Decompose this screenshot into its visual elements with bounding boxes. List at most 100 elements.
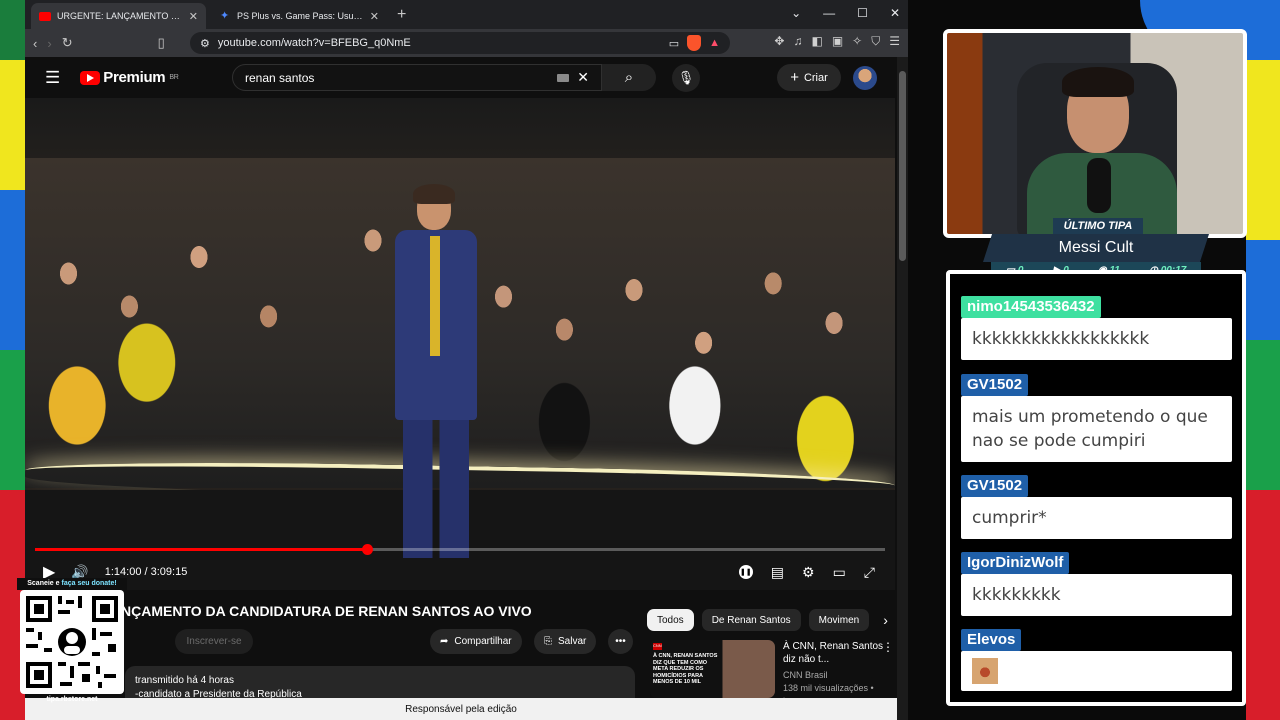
chat-text: mais um prometendo o que nao se pode cum… xyxy=(961,396,1232,462)
chat-text xyxy=(961,651,1232,691)
theater-mode-icon[interactable]: ▭ xyxy=(833,564,846,581)
page-scrollbar[interactable] xyxy=(897,57,908,720)
chip-related[interactable]: Movimen xyxy=(808,609,870,631)
subscribe-button[interactable]: Inscrever-se xyxy=(175,629,253,654)
minimize-button[interactable]: — xyxy=(823,6,835,20)
search-icon: ⌕ xyxy=(624,69,634,86)
avatar[interactable] xyxy=(853,66,877,90)
back-icon[interactable]: ‹ xyxy=(33,36,37,51)
extensions-bar: ✥ ♫ ◧ ▣ ✧ ⛉ ☰ xyxy=(774,34,900,49)
vpn-icon[interactable]: ⛉ xyxy=(871,34,880,49)
youtube-header: ☰ Premium BR renan santos ✕ ⌕ 🎙 + Criar xyxy=(25,57,897,98)
tab-youtube[interactable]: URGENTE: LANÇAMENTO DA CANDIDATURA ✕ xyxy=(31,3,206,29)
video-thumbnail[interactable]: CNN À CNN, RENAN SANTOS DIZ QUE TEM COMO… xyxy=(650,640,775,698)
search-input[interactable]: renan santos ✕ xyxy=(232,64,602,91)
cnn-badge: CNN xyxy=(653,643,662,650)
create-button[interactable]: + Criar xyxy=(777,64,841,91)
share-label: Compartilhar xyxy=(454,636,512,647)
more-vert-icon[interactable]: ⋮ xyxy=(882,640,894,654)
url-text: youtube.com/watch?v=BFEBG_q0NmE xyxy=(217,37,411,49)
channel-name[interactable]: CNN Brasil xyxy=(783,669,888,682)
reload-icon[interactable]: ↻ xyxy=(62,35,73,51)
video-progress-bar[interactable] xyxy=(35,544,885,555)
create-label: Criar xyxy=(803,71,828,84)
save-label: Salvar xyxy=(558,636,587,647)
more-actions-button[interactable]: ••• xyxy=(608,629,633,654)
chat-username: nimo14543536432 xyxy=(961,296,1101,318)
chevron-right-icon[interactable]: › xyxy=(883,612,888,628)
more-icon: ••• xyxy=(615,636,626,647)
streamer-webcam xyxy=(943,29,1247,238)
editor-credit: Responsável pela edição xyxy=(25,698,897,720)
clear-search-icon[interactable]: ✕ xyxy=(577,69,589,86)
bookmark-icon[interactable]: ▯ xyxy=(158,35,165,51)
qr-label-part: Scaneie e xyxy=(27,580,60,587)
scrollbar-thumb[interactable] xyxy=(899,71,906,261)
video-controls: ▶ 🔊 1:14:00 / 3:09:15 ❚❚ ▤ ⚙ ▭ ⤢ xyxy=(25,558,895,586)
autoplay-toggle-icon[interactable]: ❚❚ xyxy=(738,565,753,579)
chip-all[interactable]: Todos xyxy=(647,609,694,631)
microphone-icon: 🎙 xyxy=(677,70,695,85)
chat-message: GV1502 cumprir* xyxy=(961,475,1232,539)
search-value: renan santos xyxy=(245,70,315,85)
thumbnail-text: À CNN, RENAN SANTOS DIZ QUE TEM COMO MET… xyxy=(653,653,718,685)
browser-window: URGENTE: LANÇAMENTO DA CANDIDATURA ✕ ✦ P… xyxy=(25,0,908,720)
chat-text: kkkkkkkkk xyxy=(961,574,1232,616)
search-button[interactable]: ⌕ xyxy=(602,64,656,91)
last-tip-name: Messi Cult xyxy=(983,234,1209,262)
chat-text: cumprir* xyxy=(961,497,1232,539)
share-button[interactable]: ➦ Compartilhar xyxy=(430,629,522,654)
maximize-button[interactable]: ☐ xyxy=(857,6,868,20)
address-bar[interactable]: ⚙ youtube.com/watch?v=BFEBG_q0NmE ▭ ▲ xyxy=(190,32,730,54)
tab-search-icon[interactable]: ⌄ xyxy=(791,6,801,20)
speaker-legs xyxy=(403,418,469,558)
hamburger-menu-icon[interactable]: ☰ xyxy=(45,68,60,88)
browser-menu-icon[interactable]: ☰ xyxy=(889,34,900,49)
close-tab-icon[interactable]: ✕ xyxy=(370,10,379,23)
leo-icon[interactable]: ✧ xyxy=(852,34,862,49)
close-tab-icon[interactable]: ✕ xyxy=(189,10,198,23)
wallet-icon[interactable]: ▣ xyxy=(832,34,843,49)
description-line: transmitido há 4 horas xyxy=(135,675,234,686)
sidebar-icon[interactable]: ◧ xyxy=(811,34,822,49)
browser-toolbar: ‹ › ↻ ▯ ⚙ youtube.com/watch?v=BFEBG_q0Nm… xyxy=(25,29,908,57)
chat-message: IgorDinizWolf kkkkkkkkk xyxy=(961,552,1232,616)
chat-panel: nimo14543536432 kkkkkkkkkkkkkkkkkk GV150… xyxy=(946,270,1246,706)
share-icon: ➦ xyxy=(440,636,449,647)
chat-username: Elevos xyxy=(961,629,1022,651)
keyboard-icon[interactable] xyxy=(557,73,570,82)
voice-search-button[interactable]: 🎙 xyxy=(672,64,700,92)
chat-username: GV1502 xyxy=(961,374,1029,396)
recommended-title[interactable]: À CNN, Renan Santos diz não t... xyxy=(783,640,888,666)
settings-gear-icon[interactable]: ⚙ xyxy=(802,564,815,581)
chip-from-channel[interactable]: De Renan Santos xyxy=(701,609,801,631)
chat-message: Elevos xyxy=(961,629,1232,691)
youtube-favicon-icon xyxy=(39,11,51,21)
new-tab-button[interactable]: + xyxy=(397,6,406,24)
forward-icon[interactable]: › xyxy=(47,36,51,51)
youtube-premium-logo[interactable]: Premium BR xyxy=(80,69,179,86)
recommended-video[interactable]: CNN À CNN, RENAN SANTOS DIZ QUE TEM COMO… xyxy=(650,640,894,706)
media-icon[interactable]: ♫ xyxy=(793,34,802,49)
chat-username: GV1502 xyxy=(961,475,1029,497)
brave-rewards-icon[interactable]: ▲ xyxy=(709,37,720,49)
brave-shields-icon[interactable] xyxy=(687,35,702,51)
speaker-hair xyxy=(413,184,455,204)
chat-message: nimo14543536432 kkkkkkkkkkkkkkkkkk xyxy=(961,296,1232,360)
plus-icon: + xyxy=(790,69,799,86)
extensions-icon[interactable]: ✥ xyxy=(774,34,784,49)
cast-icon[interactable]: ▭ xyxy=(669,37,679,50)
fullscreen-icon[interactable]: ⤢ xyxy=(864,564,875,581)
logo-text: Premium xyxy=(103,69,166,86)
streamer-hair xyxy=(1062,67,1134,97)
video-title: NÇAMENTO DA CANDIDATURA DE RENAN SANTOS … xyxy=(121,603,532,619)
close-window-button[interactable]: ✕ xyxy=(890,6,900,20)
recommendation-chips: Todos De Renan Santos Movimen › xyxy=(647,609,888,631)
tab-gemini[interactable]: ✦ PS Plus vs. Game Pass: Usuários Ativos… xyxy=(212,3,387,29)
save-button[interactable]: ⎘ Salvar xyxy=(534,629,597,654)
qr-label-part: faça seu donate! xyxy=(61,580,117,587)
site-info-icon[interactable]: ⚙ xyxy=(200,37,210,50)
subtitles-icon[interactable]: ▤ xyxy=(771,564,784,581)
video-player[interactable]: ▶ 🔊 1:14:00 / 3:09:15 ❚❚ ▤ ⚙ ▭ ⤢ xyxy=(25,98,895,590)
donate-qr-overlay: Scaneie e faça seu donate! tipa.rbstore.… xyxy=(17,578,127,706)
